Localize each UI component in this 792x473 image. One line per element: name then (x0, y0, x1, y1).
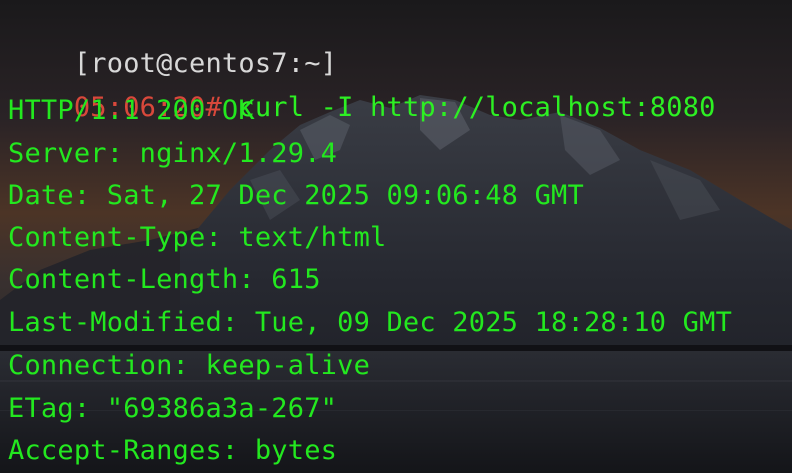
output-line-status: HTTP/1.1 200 OK (8, 95, 255, 126)
output-line-connection: Connection: keep-alive (8, 350, 371, 381)
output-line-date: Date: Sat, 27 Dec 2025 09:06:48 GMT (8, 180, 584, 211)
output-line-content-length: Content-Length: 615 (8, 264, 321, 295)
output-line-accept-ranges: Accept-Ranges: bytes (8, 435, 338, 466)
command-line: 05:06:20# curl -I http://localhost:8080 (8, 48, 716, 123)
command-text: curl -I http://localhost:8080 (221, 92, 716, 123)
output-line-server: Server: nginx/1.29.4 (8, 138, 338, 169)
output-line-content-type: Content-Type: text/html (8, 222, 387, 253)
output-line-last-modified: Last-Modified: Tue, 09 Dec 2025 18:28:10… (8, 307, 733, 338)
shell-prompt-line: [root@centos7:~] (8, 4, 337, 79)
output-line-etag: ETag: "69386a3a-267" (8, 393, 338, 424)
terminal-output[interactable]: [root@centos7:~] 05:06:20# curl -I http:… (0, 0, 792, 473)
